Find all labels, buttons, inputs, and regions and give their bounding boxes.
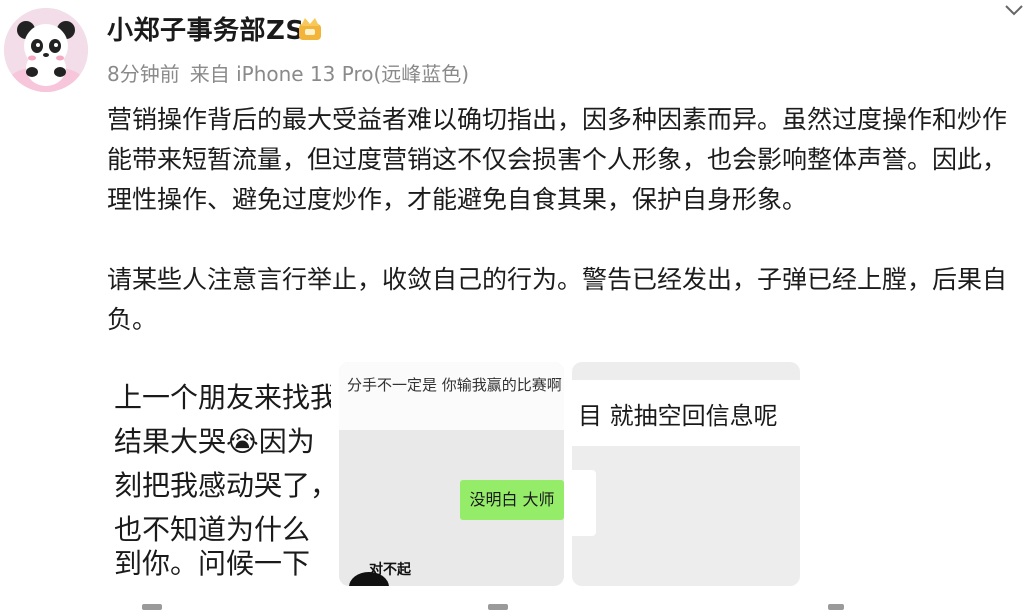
vip-crown-icon[interactable] — [296, 14, 324, 42]
sticker-text: 对不起 — [369, 562, 411, 578]
image-card — [572, 470, 596, 536]
image-message-text: 目 就抽空回信息呢 — [578, 402, 778, 430]
post-text: 营销操作背后的最大受益者难以确切指出，因多种因素而异。虽然过度操作和炒作 能带来… — [107, 100, 1027, 340]
action-bar — [0, 600, 1027, 610]
post-line: 理性操作、避免过度炒作，才能避免自食其果，保护自身形象。 — [107, 185, 808, 214]
image-text-line: 上一个朋友来找我 — [114, 381, 331, 414]
share-icon[interactable] — [142, 604, 162, 610]
image-text-fragment: 因为 — [258, 425, 315, 458]
post-meta: 8分钟前 来自 iPhone 13 Pro(远峰蓝色) — [107, 58, 479, 87]
image-header — [339, 362, 564, 430]
post-time[interactable]: 8分钟前 — [107, 62, 180, 86]
like-icon[interactable] — [828, 604, 844, 610]
chevron-down-icon[interactable] — [1003, 2, 1025, 18]
image-text-line: 刻把我感动哭了， — [114, 469, 331, 502]
image-caption: 分手不一定是 你输我赢的比赛啊 — [347, 376, 562, 394]
username[interactable]: 小郑子事务部ZS — [107, 10, 305, 47]
post-line: 能带来短暂流量，但过度营销这不仅会损害个人形象，也会影响整体声誉。因此， — [107, 145, 1008, 174]
panda-avatar-icon — [4, 8, 88, 92]
image-text-line: 到你。问候一下 — [114, 547, 311, 580]
post-source: 来自 iPhone 13 Pro(远峰蓝色) — [189, 62, 470, 86]
post-image-1[interactable]: 上一个朋友来找我 结果大哭😭因为 刻把我感动哭了， 也不知道为什么 到你。问候一… — [106, 362, 331, 586]
crying-emoji-icon: 😭 — [226, 425, 259, 458]
avatar[interactable] — [4, 8, 88, 92]
post-line: 负。 — [107, 305, 158, 334]
image-text-fragment: 结果大哭 — [114, 425, 227, 458]
post-image-3[interactable]: 目 就抽空回信息呢 — [572, 362, 800, 586]
image-text-line: 结果大哭😭因为 — [114, 420, 315, 460]
post-image-2[interactable]: 分手不一定是 你输我赢的比赛啊 没明白 大师 对不起 — [339, 362, 564, 586]
post-line: 营销操作背后的最大受益者难以确切指出，因多种因素而异。虽然过度操作和炒作 — [107, 105, 1008, 134]
post-line: 请某些人注意言行举止，收敛自己的行为。警告已经发出，子弹已经上膛，后果自 — [107, 265, 1008, 294]
chat-bubble: 没明白 大师 — [460, 480, 564, 520]
comment-icon[interactable] — [488, 604, 508, 610]
